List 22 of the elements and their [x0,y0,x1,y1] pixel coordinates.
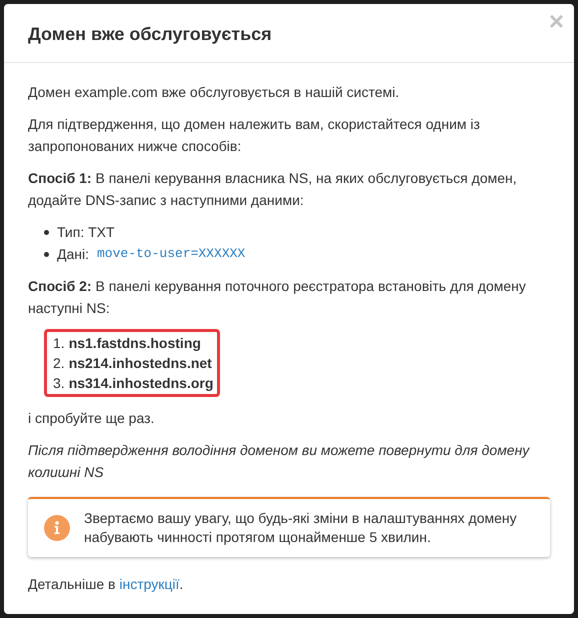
list-number: 1. [53,334,65,353]
bullet-icon [44,230,49,234]
nameserver-name: ns314.inhostedns.org [68,374,214,393]
modal-title: Домен вже обслуговується [28,23,273,46]
list-number: 3. [53,374,65,393]
footer-text: Детальніше в інструкції. [28,575,184,594]
info-icon [44,515,70,541]
record-value: move-to-user=XXXXXX [97,245,246,263]
intro-text: Домен example.com вже обслуговується в нашій системі. [28,83,400,102]
note-text: Після підтвердження володіння доменом ви можете повернути для домену колишні NS [28,441,531,482]
prompt-text: Для підтвердження, що домен належить вам, скористайтеся одним із запропонованих нижче способів: [28,115,481,156]
instructions-link[interactable]: інструкції [119,576,180,592]
nameserver-name: ns214.inhostedns.net [68,354,212,373]
nameserver-name: ns1.fastdns.hosting [68,334,201,353]
record-label: Дані: [57,245,89,264]
record-label: Тип: TXT [57,223,115,242]
bullet-icon [44,252,49,256]
method-text: Спосіб 1: В панелі керування власника NS, на яких обслуговується домен, додайте DNS-запис з наступними даними: [28,169,518,210]
alert-text: Звертаємо вашу увагу, що будь-які зміни в налаштуваннях домену набувають чинності протягом щонайменше 5 хвилин. [84,509,518,547]
method-text: Спосіб 2: В панелі керування поточного реєстратора встановіть для домену наступні NS: [28,277,527,318]
retry-text: і спробуйте ще раз. [28,409,156,428]
list-number: 2. [53,354,65,373]
